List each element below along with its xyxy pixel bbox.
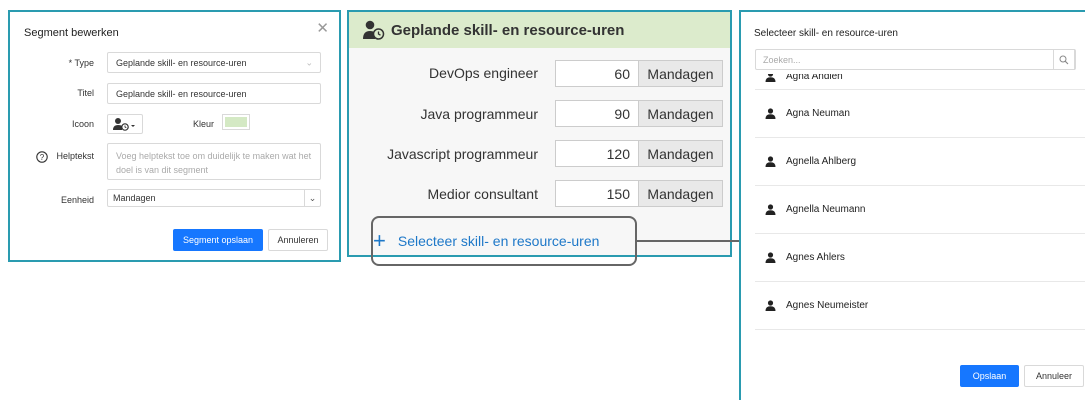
person-name: Agna Neuman bbox=[786, 108, 850, 119]
user-clock-icon bbox=[113, 118, 135, 131]
person-name: Agnella Neumann bbox=[786, 204, 866, 215]
row-label: Medior consultant bbox=[427, 186, 538, 202]
list-item[interactable]: Agnes Ahlers bbox=[755, 234, 1085, 282]
select-panel: Selecteer skill- en resource-uren Zoeken… bbox=[739, 10, 1085, 400]
titel-label: Titel bbox=[77, 88, 94, 98]
segment-save-button[interactable]: Segment opslaan bbox=[173, 229, 263, 251]
titel-input[interactable]: Geplande skill- en resource-uren bbox=[107, 83, 321, 104]
kleur-label: Kleur bbox=[192, 119, 214, 129]
type-label: * Type bbox=[68, 58, 94, 68]
eenheid-select[interactable]: Mandagen ⌄ bbox=[107, 189, 321, 207]
chevron-down-icon: ⌄ bbox=[304, 190, 320, 206]
type-value: Geplande skill- en resource-uren bbox=[116, 57, 247, 68]
row-value-input[interactable]: 60 bbox=[555, 60, 639, 87]
callout-highlight bbox=[371, 216, 637, 266]
helptekst-label: Helptekst bbox=[56, 151, 94, 161]
list-item[interactable]: Agna Andien bbox=[755, 74, 1085, 90]
person-name: Agna Andien bbox=[786, 74, 843, 82]
cancel-button[interactable]: Annuleer bbox=[1024, 365, 1084, 387]
person-name: Agnes Neumeister bbox=[786, 300, 869, 311]
save-button[interactable]: Opslaan bbox=[960, 365, 1019, 387]
search-placeholder: Zoeken... bbox=[763, 54, 801, 65]
segment-header: Geplande skill- en resource-uren bbox=[349, 12, 730, 48]
list-item[interactable]: Agna Neuman bbox=[755, 90, 1085, 138]
user-icon bbox=[765, 108, 776, 119]
row-unit: Mandagen bbox=[638, 60, 723, 87]
segment-edit-dialog: Segment bewerken ✕ * Type Geplande skill… bbox=[8, 10, 341, 262]
select-panel-title: Selecteer skill- en resource-uren bbox=[754, 28, 898, 39]
row-label: Javascript programmeur bbox=[387, 146, 538, 162]
search-icon[interactable] bbox=[1053, 49, 1075, 70]
icoon-label: Icoon bbox=[71, 119, 94, 129]
row-value-input[interactable]: 120 bbox=[555, 140, 639, 167]
eenheid-label: Eenheid bbox=[60, 195, 94, 205]
eenheid-value: Mandagen bbox=[113, 193, 156, 203]
row-unit: Mandagen bbox=[638, 140, 723, 167]
person-name: Agnes Ahlers bbox=[786, 252, 845, 263]
dialog-title: Segment bewerken bbox=[24, 27, 119, 39]
user-icon bbox=[765, 74, 776, 82]
person-name: Agnella Ahlberg bbox=[786, 156, 857, 167]
user-icon bbox=[765, 204, 776, 215]
color-picker[interactable] bbox=[222, 114, 250, 130]
cancel-button[interactable]: Annuleren bbox=[268, 229, 328, 251]
row-label: DevOps engineer bbox=[429, 65, 538, 81]
color-swatch bbox=[225, 117, 247, 127]
user-icon bbox=[765, 300, 776, 311]
row-unit: Mandagen bbox=[638, 100, 723, 127]
search-input[interactable]: Zoeken... bbox=[755, 49, 1076, 70]
icon-picker[interactable] bbox=[107, 114, 143, 134]
list-item[interactable]: Agnella Neumann bbox=[755, 186, 1085, 234]
user-clock-icon bbox=[363, 20, 385, 40]
titel-value: Geplande skill- en resource-uren bbox=[116, 88, 247, 99]
row-value-input[interactable]: 150 bbox=[555, 180, 639, 207]
segment-title: Geplande skill- en resource-uren bbox=[391, 21, 625, 39]
people-list: Agna Andien Agna Neuman Agnella Ahlberg … bbox=[741, 74, 1085, 354]
type-select[interactable]: Geplande skill- en resource-uren ⌄ bbox=[107, 52, 321, 73]
helptekst-textarea[interactable]: Voeg helptekst toe om duidelijk te maken… bbox=[107, 143, 321, 180]
user-icon bbox=[765, 156, 776, 167]
list-item[interactable]: Agnes Neumeister bbox=[755, 282, 1085, 330]
close-icon[interactable]: ✕ bbox=[316, 21, 329, 36]
row-label: Java programmeur bbox=[420, 106, 539, 122]
chevron-down-icon: ⌄ bbox=[305, 57, 313, 67]
row-unit: Mandagen bbox=[638, 180, 723, 207]
row-value-input[interactable]: 90 bbox=[555, 100, 639, 127]
list-item[interactable]: Agnella Ahlberg bbox=[755, 138, 1085, 186]
user-icon bbox=[765, 252, 776, 263]
